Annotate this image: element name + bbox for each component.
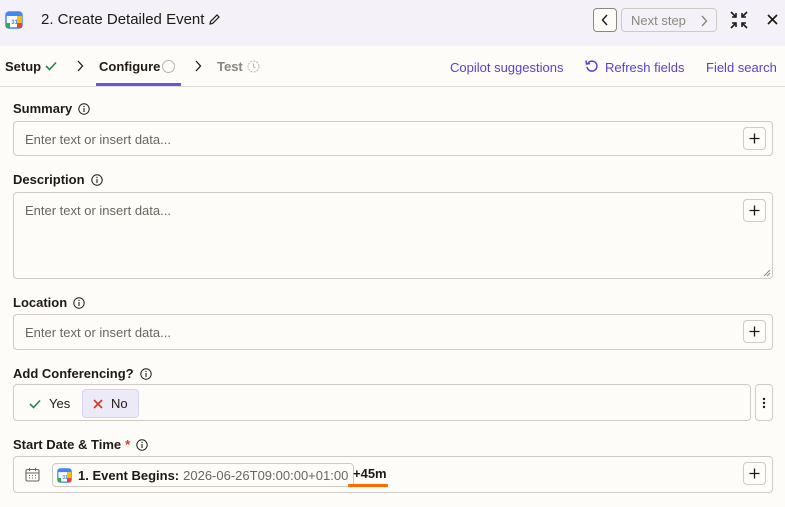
check-icon (29, 399, 41, 409)
description-label-text: Description (13, 172, 85, 187)
start-date-input[interactable]: 31 1. Event Begins: 2026-06-26T09:00:00+… (13, 456, 773, 493)
insert-data-button[interactable] (743, 127, 766, 150)
clock-icon (247, 60, 260, 73)
location-placeholder: Enter text or insert data... (25, 325, 171, 340)
option-yes[interactable]: Yes (19, 389, 80, 418)
chevron-left-icon (601, 14, 608, 26)
resize-handle-icon[interactable] (763, 269, 771, 277)
summary-label-text: Summary (13, 101, 73, 116)
plus-icon (749, 133, 760, 144)
google-calendar-icon: 31 (57, 467, 72, 483)
refresh-icon[interactable] (585, 59, 599, 73)
insert-data-button[interactable] (743, 462, 766, 485)
plus-icon (749, 468, 760, 479)
edit-pencil-icon[interactable] (208, 13, 221, 26)
info-icon[interactable] (136, 438, 148, 451)
insert-data-button[interactable] (743, 199, 766, 222)
step-tabs: Setup Configure Test Copilot suggestions… (0, 46, 785, 87)
step-title: 2. Create Detailed Event (41, 11, 205, 28)
summary-input[interactable]: Enter text or insert data... (13, 121, 773, 156)
info-icon[interactable] (139, 367, 152, 380)
plus-icon (749, 326, 760, 337)
close-icon[interactable] (767, 14, 778, 25)
progress-circle-icon (162, 60, 175, 73)
calendar-icon[interactable] (25, 467, 40, 482)
chevron-right-icon (701, 15, 708, 27)
offset-highlight-underline (348, 484, 388, 487)
summary-placeholder: Enter text or insert data... (25, 132, 171, 147)
active-tab-indicator (96, 83, 181, 86)
tab-setup[interactable]: Setup (5, 59, 41, 74)
start-date-label: Start Date & Time * (13, 437, 148, 452)
check-icon (45, 61, 57, 71)
option-no-label: No (111, 396, 128, 411)
copilot-suggestions-link[interactable]: Copilot suggestions (450, 60, 563, 75)
conferencing-options: Yes No (13, 384, 751, 421)
google-calendar-icon: 31 (5, 11, 23, 29)
info-icon[interactable] (78, 102, 90, 115)
plus-icon (749, 205, 760, 216)
chevron-right-icon (195, 60, 202, 72)
time-offset-text: +45m (353, 466, 387, 481)
info-icon[interactable] (73, 296, 85, 309)
location-label-text: Location (13, 295, 68, 310)
option-yes-label: Yes (49, 396, 71, 411)
description-textarea[interactable]: Enter text or insert data... (13, 192, 773, 279)
summary-label: Summary (13, 101, 90, 116)
location-label: Location (13, 295, 85, 310)
info-icon[interactable] (90, 173, 103, 186)
option-no[interactable]: No (82, 389, 139, 418)
conferencing-label: Add Conferencing? (13, 366, 152, 381)
next-step-label: Next step (631, 12, 686, 28)
pill-value: 2026-06-26T09:00:00+01:00 (183, 467, 349, 483)
next-step-button[interactable]: Next step (621, 8, 717, 32)
title-bar: 31 2. Create Detailed Event Next step (0, 0, 785, 46)
description-label: Description (13, 172, 103, 187)
chevron-right-icon (77, 60, 84, 72)
collapse-icon[interactable] (730, 11, 748, 29)
required-mark: * (125, 437, 131, 452)
kebab-menu-icon (762, 397, 766, 408)
description-placeholder: Enter text or insert data... (25, 203, 171, 218)
x-icon (93, 398, 103, 409)
start-date-label-text: Start Date & Time (13, 437, 122, 452)
location-input[interactable]: Enter text or insert data... (13, 314, 773, 350)
refresh-fields-link[interactable]: Refresh fields (605, 60, 684, 75)
tab-configure[interactable]: Configure (99, 59, 160, 74)
svg-text:31: 31 (62, 474, 68, 480)
field-search-link[interactable]: Field search (706, 60, 777, 75)
svg-text:31: 31 (11, 20, 18, 26)
tab-test[interactable]: Test (217, 59, 243, 74)
mapped-data-pill[interactable]: 31 1. Event Begins: 2026-06-26T09:00:00+… (52, 463, 355, 487)
pill-step-label: 1. Event Begins: (78, 467, 180, 483)
insert-data-button[interactable] (743, 320, 766, 343)
conferencing-label-text: Add Conferencing? (13, 366, 134, 381)
more-options-button[interactable] (755, 384, 773, 421)
previous-step-button[interactable] (593, 8, 617, 32)
